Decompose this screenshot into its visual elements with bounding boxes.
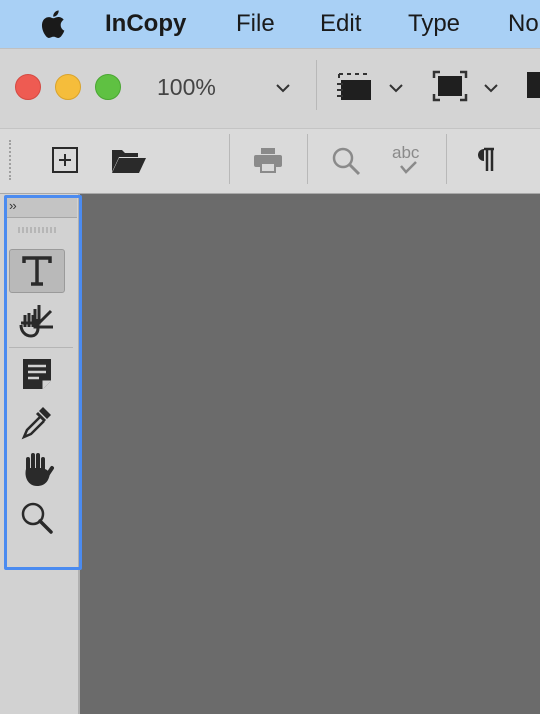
screen-mode-icon[interactable] — [432, 70, 468, 102]
panel-toggle-icon[interactable] — [527, 72, 540, 98]
show-hidden-characters-icon[interactable] — [476, 147, 498, 173]
menu-bar: InCopy File Edit Type No — [0, 0, 540, 48]
toolbar-grip[interactable] — [9, 140, 13, 180]
apple-logo-icon[interactable] — [38, 8, 66, 40]
svg-text:abc: abc — [392, 143, 420, 162]
zoom-dropdown-chevron-icon[interactable] — [273, 78, 293, 98]
menu-file[interactable]: File — [236, 0, 275, 48]
tools-panel-selection-outline — [4, 195, 82, 570]
document-canvas[interactable] — [82, 195, 540, 714]
menu-type[interactable]: Type — [408, 0, 460, 48]
toolbar-divider — [316, 60, 317, 110]
screen-mode-chevron-icon[interactable] — [481, 78, 501, 98]
toolbar-divider — [446, 134, 447, 184]
menu-app-name[interactable]: InCopy — [105, 0, 186, 48]
view-mode-chevron-icon[interactable] — [386, 78, 406, 98]
toolbar-divider — [229, 134, 230, 184]
spellcheck-icon[interactable]: abc — [390, 142, 426, 176]
view-mode-icon[interactable] — [335, 70, 375, 102]
toolbar-divider — [307, 134, 308, 184]
zoom-level-value[interactable]: 100% — [157, 74, 216, 101]
menu-edit[interactable]: Edit — [320, 0, 361, 48]
minimize-window-button[interactable] — [55, 74, 81, 100]
print-icon[interactable] — [253, 147, 283, 173]
zoom-window-button[interactable] — [95, 74, 121, 100]
new-document-icon[interactable] — [50, 145, 80, 175]
menu-notes[interactable]: No — [508, 0, 539, 48]
find-icon[interactable] — [330, 145, 362, 177]
close-window-button[interactable] — [15, 74, 41, 100]
open-folder-icon[interactable] — [110, 145, 148, 175]
